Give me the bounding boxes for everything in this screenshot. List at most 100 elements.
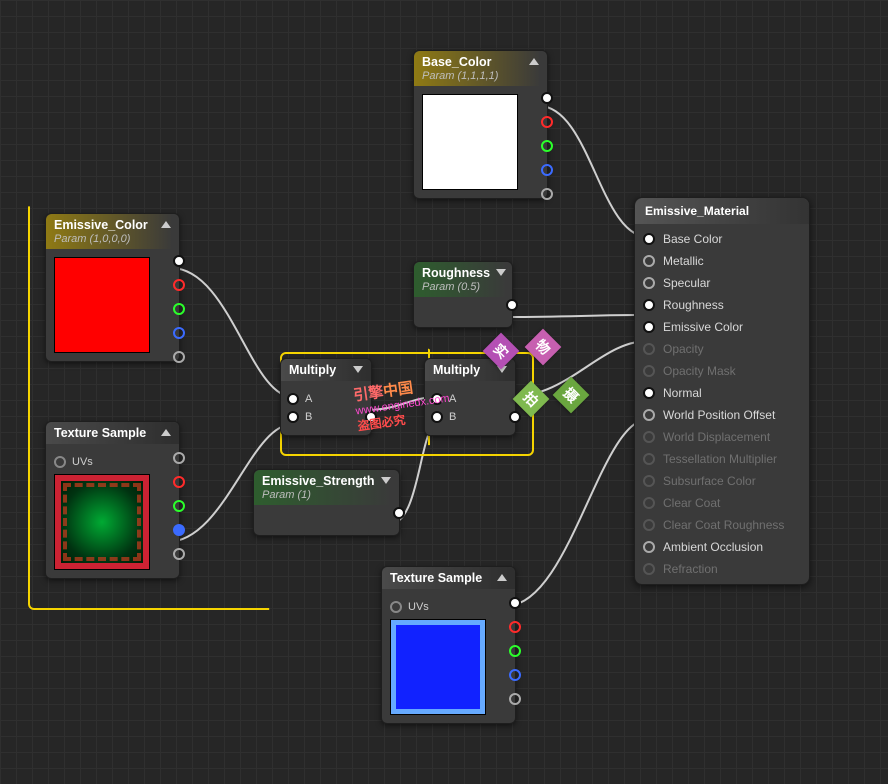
pin-label: A	[305, 393, 312, 405]
result-pin: World Displacement	[635, 426, 809, 448]
output-pin[interactable]	[506, 299, 518, 311]
output-pin-b[interactable]	[173, 327, 185, 339]
result-pin-list: Base Color Metallic Specular Roughness Emiss…	[635, 224, 809, 584]
output-pin-b[interactable]	[541, 164, 553, 176]
input-pin[interactable]	[643, 387, 655, 399]
pin-label: Opacity Mask	[663, 364, 736, 378]
input-pin-uvs[interactable]	[54, 456, 66, 468]
pin-label: Roughness	[663, 298, 724, 312]
pin-label: Emissive Color	[663, 320, 743, 334]
node-multiply-2[interactable]: Multiply A B	[424, 358, 516, 436]
texture-preview	[390, 619, 486, 715]
pin-label: Ambient Occlusion	[663, 540, 763, 554]
node-roughness[interactable]: Roughness Param (0.5)	[413, 261, 513, 328]
result-pin: Tessellation Multiplier	[635, 448, 809, 470]
output-pin-a[interactable]	[173, 351, 185, 363]
node-title: Emissive_Material	[645, 204, 749, 218]
result-pin[interactable]: Metallic	[635, 250, 809, 272]
result-pin[interactable]: Normal	[635, 382, 809, 404]
input-pin	[643, 343, 655, 355]
pin-label: B	[305, 411, 312, 423]
result-pin: Clear Coat Roughness	[635, 514, 809, 536]
node-title: Multiply	[289, 363, 347, 377]
input-pin[interactable]	[643, 299, 655, 311]
pin-label: Clear Coat	[663, 496, 720, 510]
input-pin-uvs[interactable]	[390, 601, 402, 613]
input-pin	[643, 431, 655, 443]
result-pin[interactable]: Ambient Occlusion	[635, 536, 809, 558]
output-pin-g[interactable]	[509, 645, 521, 657]
collapse-icon[interactable]	[497, 574, 507, 581]
node-title: Multiply	[433, 363, 491, 377]
input-pin[interactable]	[643, 321, 655, 333]
input-pin	[643, 563, 655, 575]
input-pin[interactable]	[643, 277, 655, 289]
color-swatch	[422, 94, 518, 190]
texture-preview	[54, 474, 150, 570]
output-pin[interactable]	[393, 507, 405, 519]
pin-label: Tessellation Multiplier	[663, 452, 777, 466]
input-pin[interactable]	[643, 409, 655, 421]
result-pin[interactable]: Emissive Color	[635, 316, 809, 338]
output-pin[interactable]	[365, 411, 377, 423]
input-pin-b[interactable]	[431, 411, 443, 423]
output-pin-rgb[interactable]	[173, 452, 185, 464]
input-pin-a[interactable]	[431, 393, 443, 405]
node-title: Emissive_Strength	[262, 474, 375, 488]
result-pin[interactable]: Base Color	[635, 228, 809, 250]
node-title: Roughness	[422, 266, 490, 280]
node-title: Emissive_Color	[54, 218, 155, 232]
output-pin-a[interactable]	[509, 693, 521, 705]
node-title: Base_Color	[422, 55, 523, 69]
result-pin[interactable]: Roughness	[635, 294, 809, 316]
output-pin-g[interactable]	[173, 500, 185, 512]
output-pin-r[interactable]	[541, 116, 553, 128]
result-pin[interactable]: World Position Offset	[635, 404, 809, 426]
input-pin[interactable]	[643, 233, 655, 245]
node-title: Texture Sample	[390, 571, 491, 585]
pin-label: B	[449, 411, 456, 423]
node-emissive-strength[interactable]: Emissive_Strength Param (1)	[253, 469, 400, 536]
node-base-color[interactable]: Base_Color Param (1,1,1,1)	[413, 50, 548, 199]
collapse-icon[interactable]	[381, 477, 391, 484]
node-multiply-1[interactable]: Multiply A B	[280, 358, 372, 436]
output-pin-r[interactable]	[173, 279, 185, 291]
output-pin-r[interactable]	[509, 621, 521, 633]
input-pin-a[interactable]	[287, 393, 299, 405]
result-pin: Opacity	[635, 338, 809, 360]
pin-label: Base Color	[663, 232, 722, 246]
input-pin-b[interactable]	[287, 411, 299, 423]
pin-label: Clear Coat Roughness	[663, 518, 784, 532]
output-pin-b[interactable]	[173, 524, 185, 536]
node-texture-sample-2[interactable]: Texture Sample UVs	[381, 566, 516, 724]
output-pin-rgba[interactable]	[541, 92, 553, 104]
collapse-icon[interactable]	[529, 58, 539, 65]
output-pin-r[interactable]	[173, 476, 185, 488]
output-pin[interactable]	[509, 411, 521, 423]
collapse-icon[interactable]	[161, 429, 171, 436]
node-subtitle: Param (1)	[262, 489, 375, 501]
pin-label: Refraction	[663, 562, 718, 576]
output-pin-a[interactable]	[541, 188, 553, 200]
pin-label: Specular	[663, 276, 710, 290]
result-pin: Refraction	[635, 558, 809, 580]
node-material-result[interactable]: Emissive_Material Base Color Metallic Spec…	[634, 197, 810, 585]
input-pin	[643, 453, 655, 465]
input-pin	[643, 365, 655, 377]
result-pin[interactable]: Specular	[635, 272, 809, 294]
input-pin[interactable]	[643, 541, 655, 553]
node-subtitle: Param (0.5)	[422, 281, 490, 293]
collapse-icon[interactable]	[353, 366, 363, 373]
output-pin-rgba[interactable]	[173, 255, 185, 267]
pin-label: Metallic	[663, 254, 704, 268]
output-pin-g[interactable]	[173, 303, 185, 315]
output-pin-b[interactable]	[509, 669, 521, 681]
collapse-icon[interactable]	[161, 221, 171, 228]
input-pin[interactable]	[643, 255, 655, 267]
output-pin-rgb[interactable]	[509, 597, 521, 609]
node-texture-sample-1[interactable]: Texture Sample UVs	[45, 421, 180, 579]
collapse-icon[interactable]	[496, 269, 506, 276]
output-pin-a[interactable]	[173, 548, 185, 560]
node-emissive-color[interactable]: Emissive_Color Param (1,0,0,0)	[45, 213, 180, 362]
output-pin-g[interactable]	[541, 140, 553, 152]
